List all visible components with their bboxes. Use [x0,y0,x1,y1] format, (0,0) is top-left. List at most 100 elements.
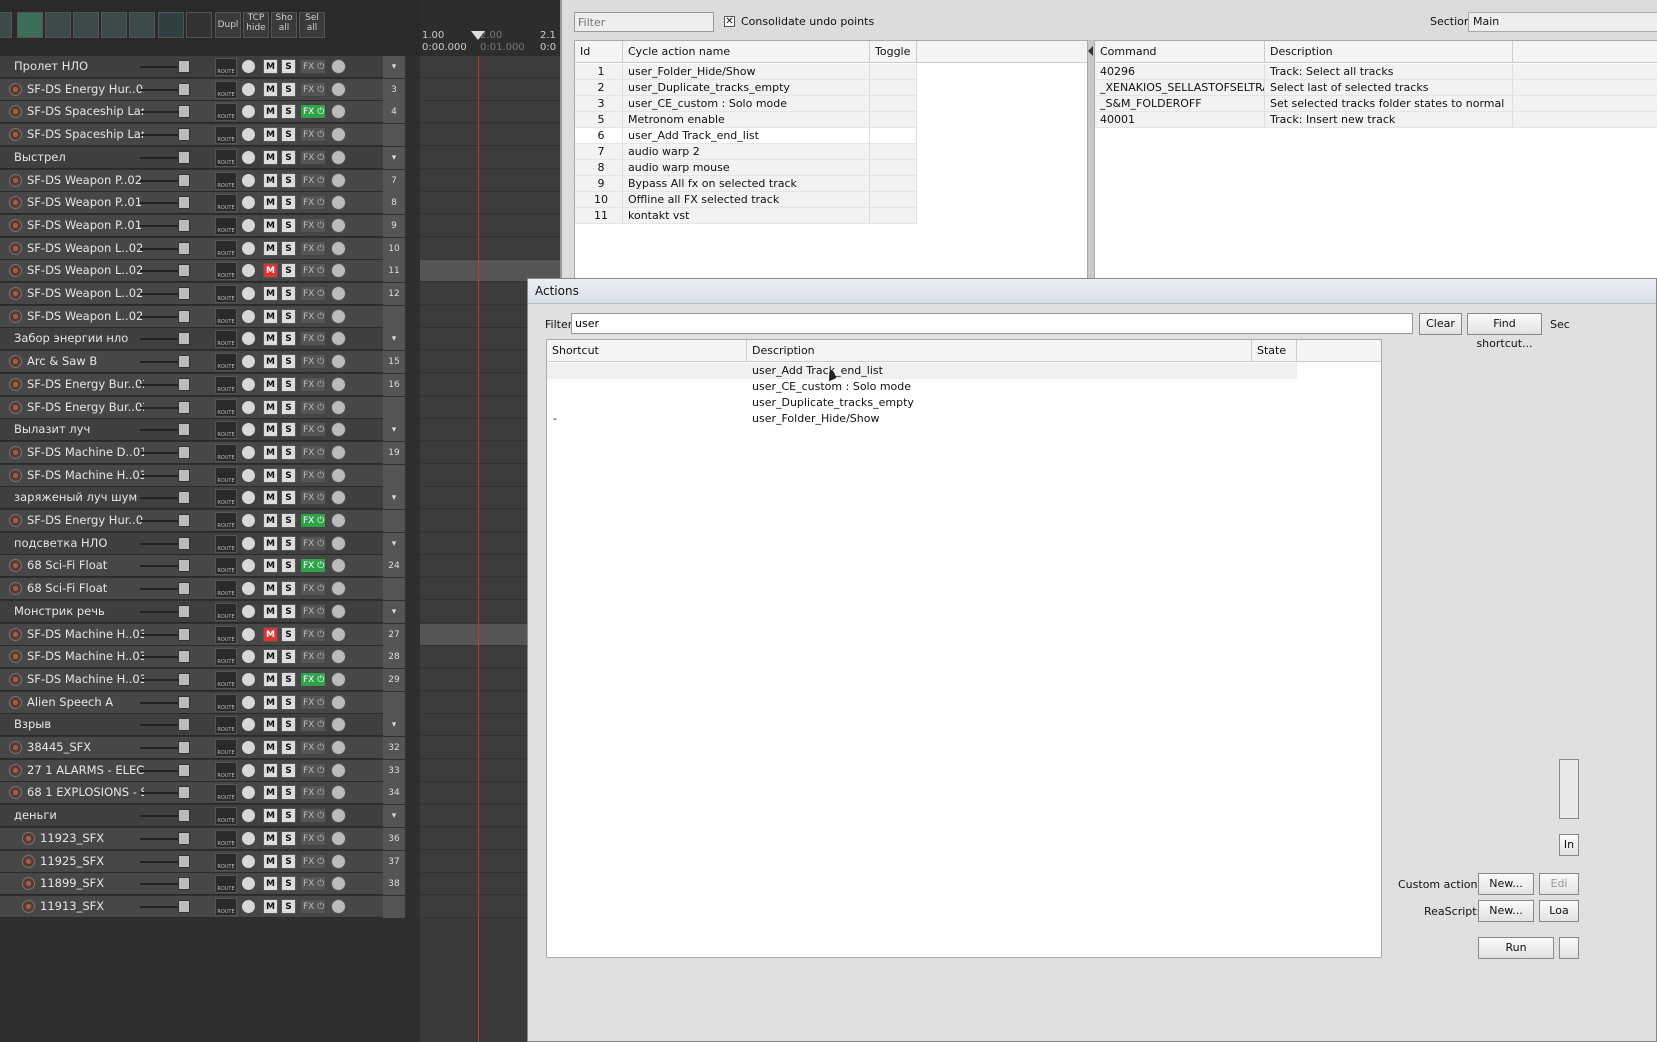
route-button[interactable]: ROUTE [215,467,237,485]
route-button[interactable]: ROUTE [215,580,237,598]
folder-track[interactable]: деньги ROUTE M S FX ⏻ ▾ [0,805,405,827]
record-arm-icon[interactable] [9,628,22,641]
record-arm-icon[interactable] [9,128,22,141]
solo-button[interactable]: S [281,82,296,97]
solo-button[interactable]: S [281,422,296,437]
fader-knob[interactable] [178,355,190,368]
track-name[interactable]: 68 1 EXPLOSIONS - S [27,785,144,799]
track-name[interactable]: SF-DS Weapon L..02 [27,286,144,300]
mute-button[interactable]: M [263,331,278,346]
io-icon[interactable] [331,286,346,301]
triangle-tool-icon[interactable] [0,12,12,38]
track-name[interactable]: 11899_SFX [40,876,144,890]
io-icon[interactable] [331,354,346,369]
solo-button[interactable]: S [281,785,296,800]
mute-button[interactable]: M [263,876,278,891]
route-button[interactable]: ROUTE [215,444,237,462]
mute-button[interactable]: M [263,241,278,256]
track-name[interactable]: 11913_SFX [40,899,144,913]
show-all-button[interactable]: Sho all [271,12,297,38]
fx-button[interactable]: FX ⏻ [300,400,326,415]
column-header-description[interactable]: Description [747,340,1252,362]
column-header-description[interactable]: Description [1265,41,1513,63]
mute-button[interactable]: M [263,627,278,642]
solo-button[interactable]: S [281,195,296,210]
record-arm-icon[interactable] [22,832,35,845]
track-name[interactable]: подсветка НЛО [14,536,144,550]
track-name[interactable]: 38445_SFX [27,740,144,754]
volume-fader[interactable] [140,861,180,863]
reascript-new-button[interactable]: New... [1478,900,1534,922]
route-button[interactable]: ROUTE [215,762,237,780]
pan-knob[interactable] [241,263,256,278]
record-arm-icon[interactable] [9,174,22,187]
volume-fader[interactable] [140,293,180,295]
volume-fader[interactable] [140,134,180,136]
track-name[interactable]: SF-DS Weapon L..02 [27,241,144,255]
fader-knob[interactable] [178,423,190,436]
solo-button[interactable]: S [281,104,296,119]
track-name[interactable]: SF-DS Machine H..03 [27,468,144,482]
io-icon[interactable] [331,195,346,210]
find-shortcut-button[interactable]: Find shortcut... [1467,313,1542,350]
mute-button[interactable]: M [263,150,278,165]
io-icon[interactable] [331,218,346,233]
volume-fader[interactable] [140,679,180,681]
solo-button[interactable]: S [281,831,296,846]
io-icon[interactable] [331,627,346,642]
solo-button[interactable]: S [281,241,296,256]
volume-fader[interactable] [140,565,180,567]
track[interactable]: SF-DS Energy Hur..01 ROUTE M S FX ⏻ [0,510,405,532]
mute-button[interactable]: M [263,581,278,596]
fx-button[interactable]: FX ⏻ [300,309,326,324]
track[interactable]: SF-DS Energy Hur..02 ROUTE M S FX ⏻ 3 [0,79,405,101]
fx-button[interactable]: FX ⏻ [300,558,326,573]
fader-knob[interactable] [178,673,190,686]
record-arm-icon[interactable] [9,514,22,527]
solo-button[interactable]: S [281,150,296,165]
solo-button[interactable]: S [281,400,296,415]
route-button[interactable]: ROUTE [215,81,237,99]
track[interactable]: 68 1 EXPLOSIONS - S ROUTE M S FX ⏻ 34 [0,782,405,804]
fx-button[interactable]: FX ⏻ [300,241,326,256]
solo-button[interactable]: S [281,649,296,664]
mute-button[interactable]: M [263,558,278,573]
volume-fader[interactable] [140,611,180,613]
route-button[interactable]: ROUTE [215,739,237,757]
fader-knob[interactable] [178,174,190,187]
pan-knob[interactable] [241,82,256,97]
folder-track[interactable]: Выстрел ROUTE M S FX ⏻ ▾ [0,147,405,169]
route-button[interactable]: ROUTE [215,535,237,553]
pan-knob[interactable] [241,672,256,687]
volume-fader[interactable] [140,656,180,658]
mute-button[interactable]: M [263,740,278,755]
action-row[interactable]: user_Add Track_end_list [547,363,1297,379]
mute-button[interactable]: M [263,490,278,505]
solo-button[interactable]: S [281,627,296,642]
ripple-edit-icon[interactable] [45,12,71,38]
solo-button[interactable]: S [281,286,296,301]
volume-fader[interactable] [140,338,180,340]
fx-button[interactable]: FX ⏻ [300,513,326,528]
fx-button[interactable]: FX ⏻ [300,649,326,664]
mute-button[interactable]: M [263,717,278,732]
select-all-button[interactable]: Sel all [299,12,325,38]
mute-button[interactable]: M [263,763,278,778]
volume-fader[interactable] [140,316,180,318]
io-icon[interactable] [331,558,346,573]
solo-button[interactable]: S [281,127,296,142]
fx-button[interactable]: FX ⏻ [300,263,326,278]
record-arm-icon[interactable] [22,877,35,890]
track-name[interactable]: SF-DS Weapon P..02 [27,173,144,187]
track-name[interactable]: деньги [14,808,144,822]
mute-button[interactable]: M [263,672,278,687]
volume-fader[interactable] [140,248,180,250]
solo-button[interactable]: S [281,763,296,778]
io-icon[interactable] [331,513,346,528]
io-icon[interactable] [331,649,346,664]
track[interactable]: SF-DS Machine H..03 ROUTE M S FX ⏻ 27 [0,624,405,646]
collapse-arrow-icon[interactable] [1088,46,1093,56]
action-row[interactable]: user_CE_custom : Solo mode [547,379,1297,395]
pan-knob[interactable] [241,195,256,210]
fx-button[interactable]: FX ⏻ [300,331,326,346]
